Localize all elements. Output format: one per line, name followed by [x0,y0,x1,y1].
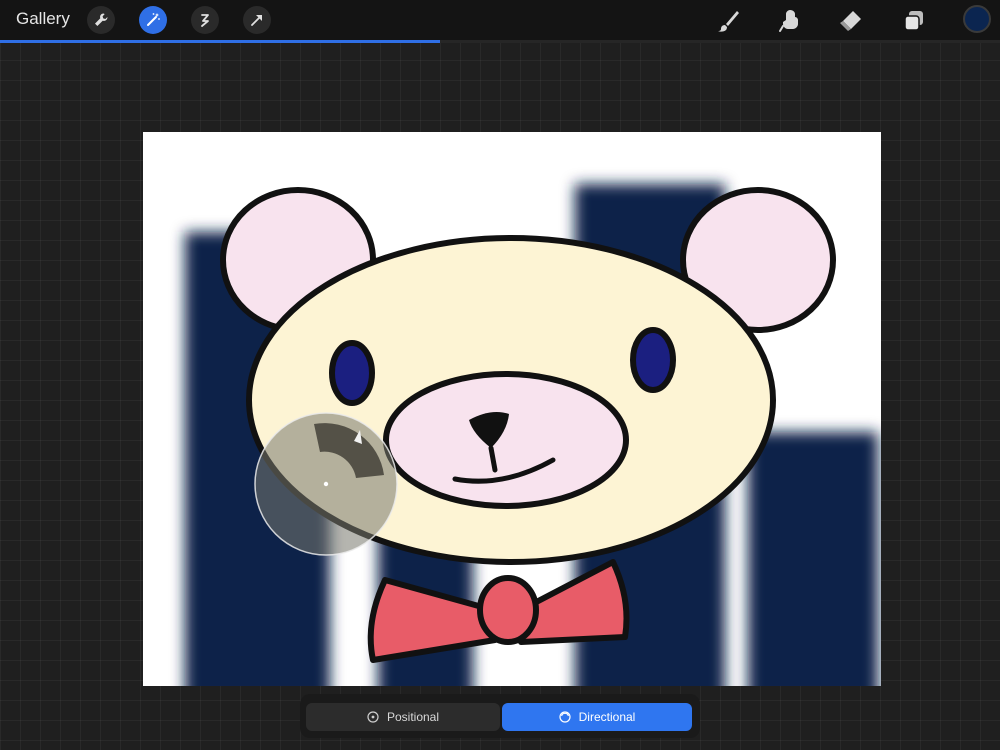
top-toolbar: Gallery [0,0,1000,40]
snout [383,371,629,509]
eraser-icon [840,11,861,31]
blur-direction-handle[interactable] [250,408,402,560]
directional-mode-button[interactable]: Directional [502,703,692,731]
filter-progress-bar [0,40,1000,43]
filter-progress-fill [0,40,440,43]
handle-center-dot [323,481,329,487]
smudge-button[interactable] [775,6,805,36]
brush-icon [718,11,739,32]
eraser-button[interactable] [836,6,866,36]
blur-mode-panel: Positional Directional [300,694,700,738]
color-picker-swatch[interactable] [963,5,991,33]
positional-mode-label: Positional [386,710,440,724]
positional-target-icon [367,711,379,723]
selection-button[interactable] [191,6,219,34]
transform-button[interactable] [243,6,271,34]
brush-button[interactable] [713,6,743,36]
smudge-icon [779,10,798,32]
gallery-button[interactable]: Gallery [16,9,70,29]
right-eye [630,327,676,393]
left-eye [329,340,375,406]
directional-mode-label: Directional [578,710,636,724]
actions-button[interactable] [87,6,115,34]
selection-icon [201,14,209,27]
transform-arrow-icon [251,15,262,26]
adjustments-button[interactable] [139,6,167,34]
layers-icon [904,11,923,31]
directional-arc-icon [559,711,571,723]
positional-mode-button[interactable]: Positional [306,703,500,731]
layers-button[interactable] [899,6,929,36]
magic-wand-icon [147,13,160,26]
wrench-icon [95,13,108,26]
